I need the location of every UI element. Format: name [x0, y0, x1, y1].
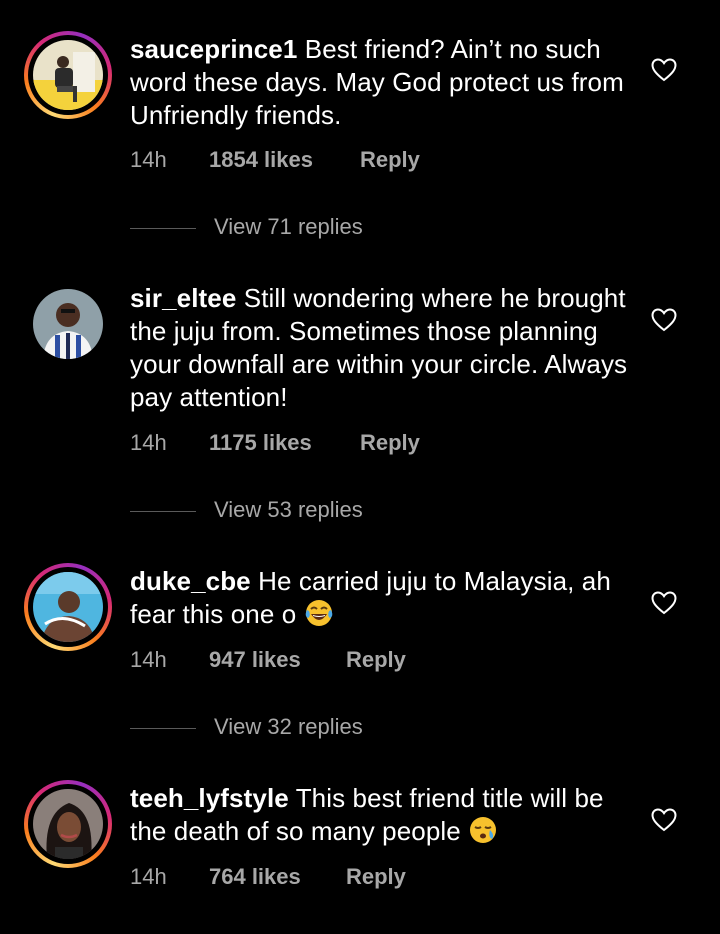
- divider: [130, 728, 196, 729]
- view-replies-label: View 53 replies: [214, 497, 363, 522]
- username[interactable]: sir_eltee: [130, 283, 236, 313]
- reply-button[interactable]: Reply: [346, 647, 406, 673]
- reply-button[interactable]: Reply: [360, 147, 420, 173]
- avatar-frame: [24, 280, 112, 368]
- avatar[interactable]: [33, 789, 103, 859]
- heart-icon[interactable]: [651, 58, 677, 82]
- divider: [130, 511, 196, 512]
- likes-count[interactable]: 1175 likes: [209, 430, 312, 456]
- username[interactable]: teeh_lyfstyle: [130, 783, 289, 813]
- username[interactable]: sauceprince1: [130, 34, 297, 64]
- story-ring[interactable]: [24, 31, 112, 119]
- likes-count[interactable]: 1854 likes: [209, 147, 313, 173]
- divider: [130, 228, 196, 229]
- view-replies-button[interactable]: View 32 replies: [130, 714, 530, 744]
- view-replies-label: View 71 replies: [214, 214, 363, 239]
- tears-of-joy-emoji-icon: [305, 600, 332, 626]
- comment-text: duke_cbe He carried juju to Malaysia, ah…: [130, 565, 630, 631]
- heart-icon[interactable]: [651, 808, 677, 832]
- reply-button[interactable]: Reply: [360, 430, 420, 456]
- reply-button[interactable]: Reply: [346, 864, 406, 890]
- heart-icon[interactable]: [651, 591, 677, 615]
- likes-count[interactable]: 764 likes: [209, 864, 301, 890]
- likes-count[interactable]: 947 likes: [209, 647, 301, 673]
- sleepy-face-emoji-icon: [470, 817, 497, 843]
- story-ring[interactable]: [24, 780, 112, 868]
- timestamp: 14h: [130, 430, 167, 455]
- comment-text: sir_eltee Still wondering where he broug…: [130, 282, 630, 414]
- story-ring[interactable]: [24, 563, 112, 651]
- avatar[interactable]: [33, 572, 103, 642]
- avatar[interactable]: [33, 40, 103, 110]
- timestamp: 14h: [130, 864, 167, 889]
- view-replies-button[interactable]: View 53 replies: [130, 497, 530, 527]
- comment-text: sauceprince1 Best friend? Ain’t no such …: [130, 33, 630, 132]
- view-replies-button[interactable]: View 71 replies: [130, 214, 530, 244]
- username[interactable]: duke_cbe: [130, 566, 251, 596]
- comment-text: teeh_lyfstyle This best friend title wil…: [130, 782, 630, 848]
- view-replies-label: View 32 replies: [214, 714, 363, 739]
- timestamp: 14h: [130, 647, 167, 672]
- heart-icon[interactable]: [651, 308, 677, 332]
- timestamp: 14h: [130, 147, 167, 172]
- avatar[interactable]: [33, 289, 103, 359]
